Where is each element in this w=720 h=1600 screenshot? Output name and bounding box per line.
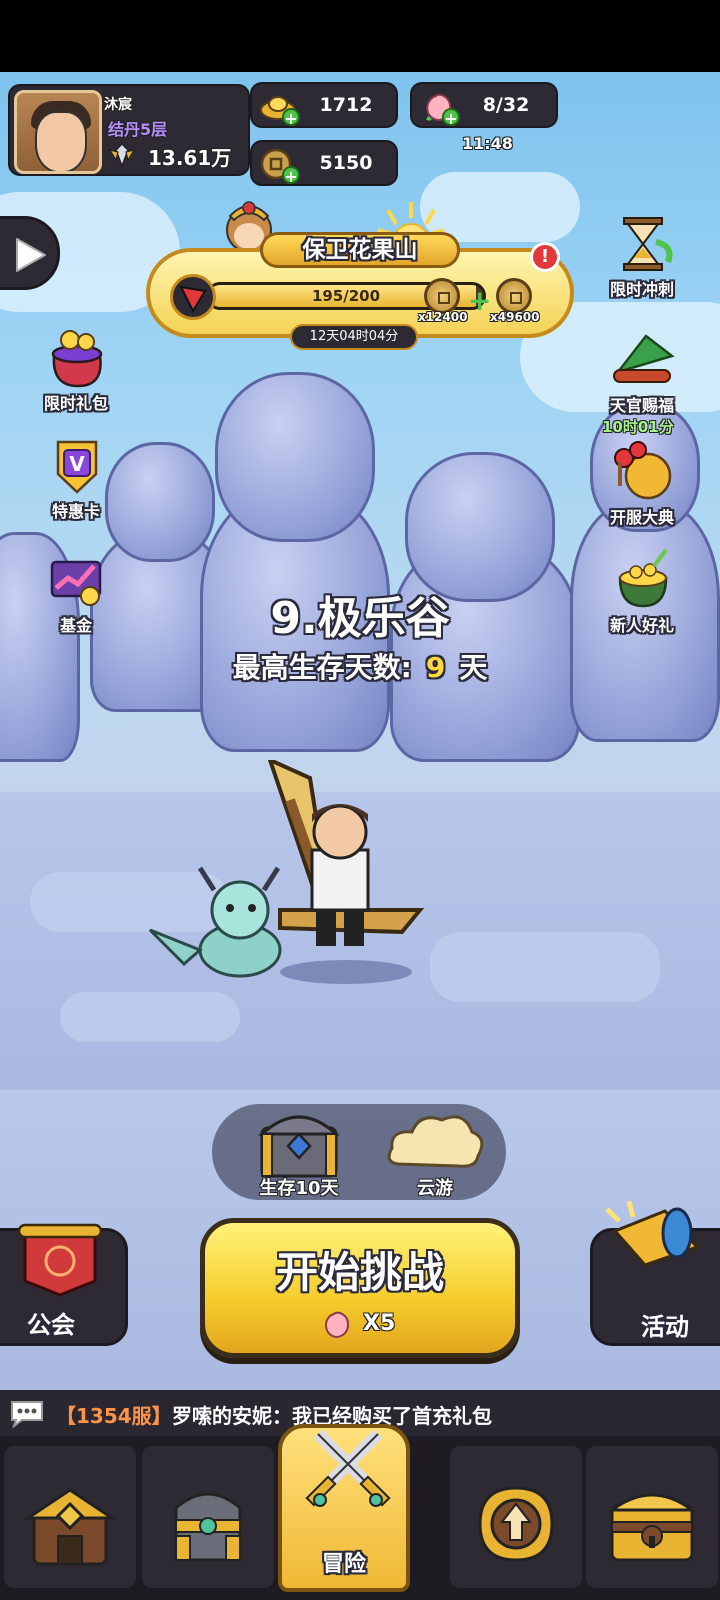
- treasure-chest-icon: [258, 1115, 340, 1178]
- reward-coin-icon[interactable]: [424, 278, 460, 314]
- cloud-icon: [387, 1115, 484, 1168]
- power-wings-icon: [108, 142, 136, 168]
- best-days-value: 9: [425, 651, 446, 684]
- event-banner[interactable]: 保卫花果山 ! 195/200 + x12400 x49600 12天04时04…: [146, 196, 574, 356]
- activity-label: 活动: [641, 1313, 689, 1341]
- start-challenge-button[interactable]: 开始挑战 X5: [200, 1218, 520, 1358]
- stage-name: 9.极乐谷: [270, 593, 450, 644]
- reward-right-qty: x49600: [490, 310, 540, 324]
- best-days-unit: 天: [459, 651, 488, 684]
- nav-adventure-label: 冒险: [321, 1552, 366, 1577]
- side-label: 特惠卡: [51, 502, 100, 521]
- survival-chest-reward[interactable]: 生存10天: [244, 1104, 354, 1199]
- gold-ingot-count: 1712: [319, 94, 373, 116]
- limited-sprint-button[interactable]: 限时冲刺: [592, 212, 692, 312]
- shop-icon: [23, 1488, 117, 1566]
- reward-coin-icon[interactable]: [496, 278, 532, 314]
- guild-banner-icon: [17, 1223, 103, 1297]
- discount-card-button[interactable]: V 特惠卡: [26, 434, 126, 534]
- gold-ingot-pill[interactable]: + 1712: [250, 82, 398, 128]
- power-value: 13.61万: [148, 146, 232, 170]
- gift-bag-icon: [51, 330, 103, 388]
- activity-button[interactable]: 活动: [590, 1201, 720, 1346]
- start-cost: X5: [319, 1307, 419, 1343]
- peach-recovery-timer: 11:48: [462, 134, 513, 153]
- peach-icon: [325, 1311, 350, 1339]
- svg-text:V: V: [69, 452, 85, 476]
- flag-icon: [170, 274, 216, 320]
- player-rank: 结丹5层: [108, 120, 168, 139]
- cloud-travel-reward[interactable]: 云游: [380, 1104, 490, 1199]
- vip-card-icon: V: [56, 440, 98, 494]
- equipment-icon: [174, 1492, 242, 1562]
- side-label: 限时礼包: [43, 394, 108, 413]
- side-label: 开服大典: [609, 508, 674, 527]
- hourglass-icon: [623, 217, 673, 271]
- start-cost-qty: X5: [363, 1311, 396, 1336]
- stage-best-days: 最高生存天数: 9 天: [0, 646, 720, 686]
- status-bar: [0, 0, 720, 72]
- event-title: 保卫花果山: [260, 232, 460, 268]
- blessing-timer: 10时01分: [602, 418, 674, 436]
- copper-coin-pill[interactable]: + 5150: [250, 140, 398, 186]
- adventure-icon: [305, 1429, 391, 1507]
- plus-icon: +: [468, 284, 492, 317]
- guild-label: 公会: [27, 1311, 75, 1339]
- chat-server-tag: 【1354服】: [56, 1404, 172, 1428]
- horn-icon: [605, 1201, 700, 1267]
- nav-upgrade[interactable]: [450, 1446, 582, 1588]
- copper-coin-count: 5150: [319, 152, 373, 174]
- cloud-label: 云游: [417, 1178, 453, 1199]
- treasure-icon: [607, 1493, 697, 1562]
- best-days-label: 最高生存天数:: [232, 651, 412, 684]
- opening-ceremony-button[interactable]: 开服大典: [592, 440, 692, 540]
- event-alert-badge: !: [530, 242, 560, 272]
- fan-scroll-icon: [613, 334, 675, 383]
- event-countdown: 12天04时04分: [290, 324, 418, 350]
- side-label: 天官赐福: [609, 396, 674, 415]
- side-label: 限时冲刺: [609, 280, 674, 299]
- nav-shop[interactable]: [4, 1446, 136, 1588]
- nav-equipment[interactable]: [142, 1446, 274, 1588]
- upgrade-icon: [478, 1486, 554, 1562]
- drum-icon: [614, 441, 672, 500]
- nav-treasure[interactable]: [586, 1446, 718, 1588]
- start-challenge-label: 开始挑战: [275, 1248, 444, 1297]
- play-arrow-icon: [16, 238, 46, 272]
- chat-bubble-icon: [11, 1401, 43, 1428]
- guild-button[interactable]: 公会: [0, 1223, 128, 1346]
- reward-left-qty: x12400: [418, 310, 468, 324]
- avatar[interactable]: [14, 90, 102, 174]
- player-name: 沐宸: [104, 97, 132, 113]
- peach-stamina-pill[interactable]: + 8/32: [410, 82, 558, 128]
- chest-label: 生存10天: [259, 1178, 339, 1199]
- peach-stamina-count: 8/32: [482, 94, 530, 116]
- limited-gift-button[interactable]: 限时礼包: [26, 326, 126, 426]
- heaven-blessing-button[interactable]: 天官赐福: [592, 328, 692, 428]
- hero-character: [148, 760, 425, 984]
- nav-adventure[interactable]: 冒险: [278, 1424, 410, 1592]
